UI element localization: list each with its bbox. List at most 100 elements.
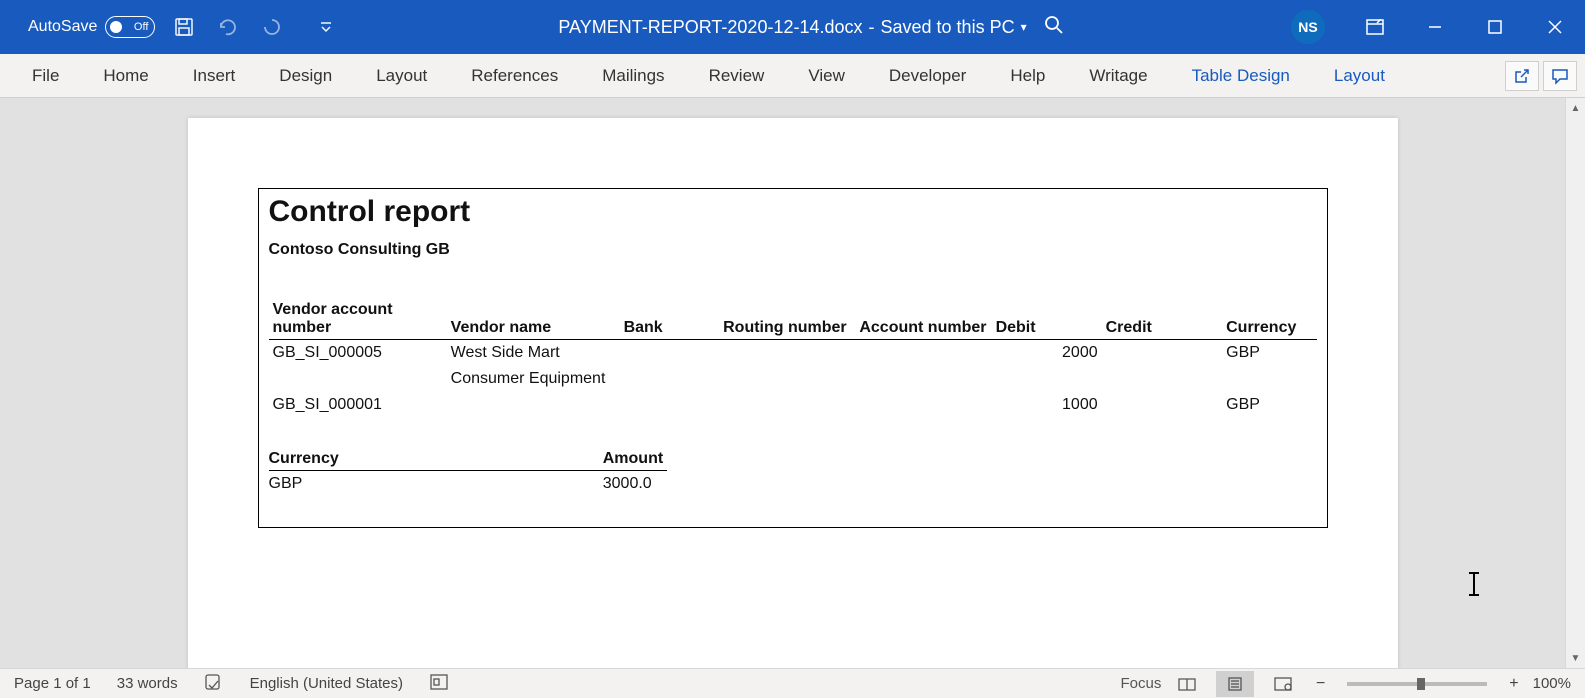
report-company: Contoso Consulting GB — [269, 241, 1317, 259]
minimize-button[interactable] — [1405, 0, 1465, 54]
th-sum-currency: Currency — [269, 448, 343, 471]
document-area: Control report Contoso Consulting GB Ven… — [0, 98, 1585, 668]
cell-credit — [1102, 340, 1223, 367]
tab-review-label: Review — [709, 66, 765, 86]
save-button[interactable] — [169, 12, 199, 42]
tab-view-label: View — [808, 66, 845, 86]
title-dash: - — [869, 17, 875, 38]
zoom-slider[interactable] — [1347, 682, 1487, 686]
tab-mailings-label: Mailings — [602, 66, 664, 86]
tab-references[interactable]: References — [449, 54, 580, 97]
table-row: GB_SI_000005 West Side Mart 2000 GBP — [269, 340, 1317, 367]
summary-row: GBP 3000.0 — [269, 471, 668, 498]
status-left: Page 1 of 1 33 words English (United Sta… — [14, 673, 449, 695]
title-right-controls: NS — [1291, 0, 1585, 54]
tab-table-design[interactable]: Table Design — [1170, 54, 1312, 97]
search-button[interactable] — [1043, 14, 1065, 41]
cell-debit: 2000 — [992, 340, 1102, 367]
user-avatar[interactable]: NS — [1291, 10, 1325, 44]
language-indicator[interactable]: English (United States) — [250, 675, 403, 692]
cell-currency: GBP — [1222, 340, 1316, 367]
cell-vendor-name: Consumer Equipment — [447, 366, 620, 418]
th-bank: Bank — [620, 299, 720, 340]
vertical-scrollbar[interactable]: ▲ ▼ — [1565, 98, 1585, 668]
cell-bank — [620, 366, 720, 418]
autosave-group: AutoSave Off — [28, 16, 155, 38]
spellcheck-icon[interactable] — [204, 673, 224, 695]
word-count[interactable]: 33 words — [117, 675, 178, 692]
maximize-button[interactable] — [1465, 0, 1525, 54]
focus-mode-button[interactable]: Focus — [1120, 671, 1158, 697]
summary-header-row: Currency Amount — [269, 448, 668, 471]
save-status: Saved to this PC — [881, 17, 1015, 38]
zoom-out-button[interactable]: − — [1312, 675, 1329, 693]
ribbon-display-button[interactable] — [1345, 0, 1405, 54]
chevron-down-icon[interactable]: ▾ — [1021, 20, 1027, 34]
cell-currency: GBP — [1222, 366, 1316, 418]
tab-layout-label: Layout — [376, 66, 427, 86]
ribbon-corner — [1505, 61, 1577, 91]
tab-design[interactable]: Design — [257, 54, 354, 97]
tab-design-label: Design — [279, 66, 332, 86]
report-title: Control report — [269, 195, 1317, 229]
th-vendor-name: Vendor name — [447, 299, 620, 340]
tab-writage[interactable]: Writage — [1067, 54, 1169, 97]
cell-account — [855, 366, 991, 418]
th-debit: Debit — [992, 299, 1102, 340]
tab-mailings[interactable]: Mailings — [580, 54, 686, 97]
tab-insert[interactable]: Insert — [171, 54, 258, 97]
user-initials: NS — [1298, 19, 1317, 35]
cell-bank — [620, 340, 720, 367]
summary-table: Currency Amount GBP 3000.0 — [269, 448, 668, 497]
cell-vendor-account: GB_SI_000001 — [269, 366, 447, 418]
scroll-up-icon[interactable]: ▲ — [1566, 98, 1585, 118]
page-indicator[interactable]: Page 1 of 1 — [14, 675, 91, 692]
autosave-label: AutoSave — [28, 18, 97, 36]
tab-developer[interactable]: Developer — [867, 54, 989, 97]
title-bar: AutoSave Off PAYMENT-REPORT-2020-12-14.d… — [0, 0, 1585, 54]
th-credit: Credit — [1102, 299, 1223, 340]
macro-icon[interactable] — [429, 673, 449, 695]
share-button[interactable] — [1505, 61, 1539, 91]
th-currency: Currency — [1222, 299, 1316, 340]
status-bar: Page 1 of 1 33 words English (United Sta… — [0, 668, 1585, 698]
print-layout-button[interactable] — [1216, 671, 1254, 697]
tab-home-label: Home — [103, 66, 148, 86]
tab-developer-label: Developer — [889, 66, 967, 86]
undo-button[interactable] — [213, 12, 243, 42]
tab-insert-label: Insert — [193, 66, 236, 86]
toggle-knob-icon — [110, 21, 122, 33]
document-page[interactable]: Control report Contoso Consulting GB Ven… — [188, 118, 1398, 668]
tab-help-label: Help — [1010, 66, 1045, 86]
comments-button[interactable] — [1543, 61, 1577, 91]
table-row: GB_SI_000001 Consumer Equipment 1000 GBP — [269, 366, 1317, 418]
zoom-in-button[interactable]: + — [1505, 675, 1522, 693]
tab-view[interactable]: View — [786, 54, 867, 97]
cell-credit — [1102, 366, 1223, 418]
cell-routing — [719, 340, 855, 367]
zoom-level[interactable]: 100% — [1533, 675, 1571, 692]
doc-filename: PAYMENT-REPORT-2020-12-14.docx — [558, 17, 862, 38]
cell-sum-currency: GBP — [269, 471, 343, 498]
focus-label: Focus — [1121, 675, 1162, 692]
tab-layout[interactable]: Layout — [354, 54, 449, 97]
web-layout-button[interactable] — [1264, 671, 1302, 697]
tab-home[interactable]: Home — [81, 54, 170, 97]
tab-table-layout[interactable]: Layout — [1312, 54, 1407, 97]
redo-button[interactable] — [257, 12, 287, 42]
tab-table-design-label: Table Design — [1192, 66, 1290, 86]
tab-help[interactable]: Help — [988, 54, 1067, 97]
tab-file-label: File — [32, 66, 59, 86]
autosave-toggle[interactable]: Off — [105, 16, 155, 38]
qat-customize-button[interactable] — [311, 12, 341, 42]
th-account: Account number — [855, 299, 991, 340]
read-mode-button[interactable] — [1168, 671, 1206, 697]
cell-vendor-account: GB_SI_000005 — [269, 340, 447, 367]
tab-file[interactable]: File — [10, 54, 81, 97]
scroll-down-icon[interactable]: ▼ — [1566, 648, 1585, 668]
tab-table-layout-label: Layout — [1334, 66, 1385, 86]
cell-debit: 1000 — [992, 366, 1102, 418]
text-cursor-icon — [1473, 573, 1475, 595]
close-button[interactable] — [1525, 0, 1585, 54]
tab-review[interactable]: Review — [687, 54, 787, 97]
